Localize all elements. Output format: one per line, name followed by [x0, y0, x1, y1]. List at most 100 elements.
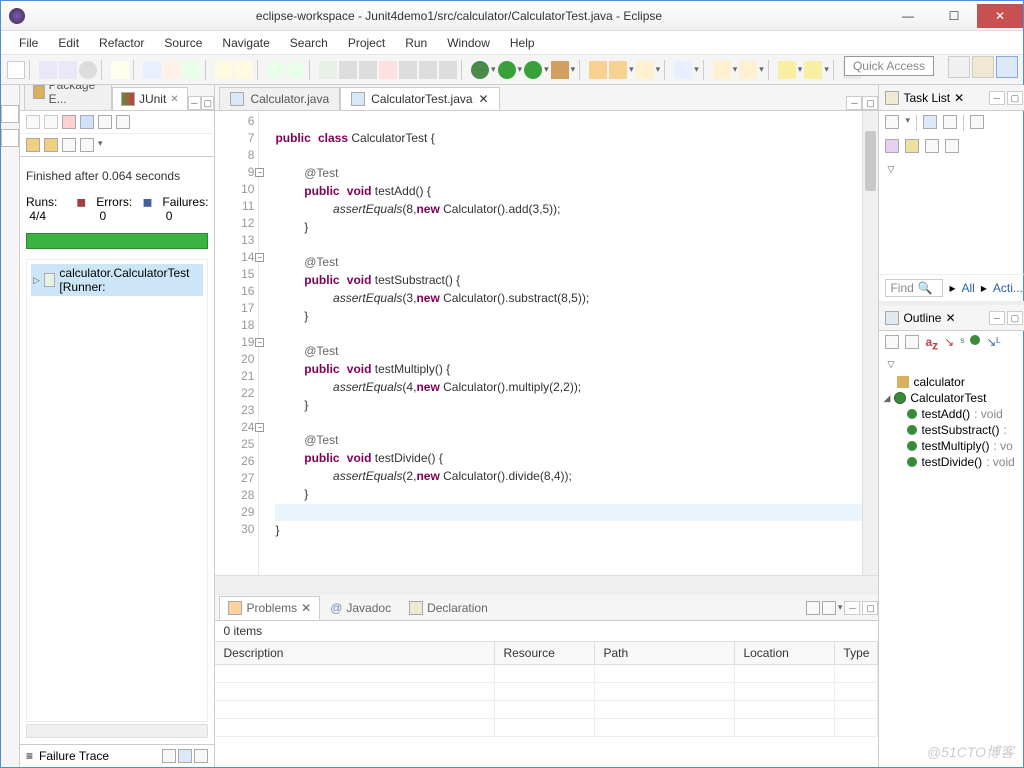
suspend-icon[interactable] [359, 61, 377, 79]
minimize-problems-button[interactable]: ─ [844, 601, 860, 615]
junit-tree-item[interactable]: ▷ calculator.CalculatorTest [Runner: [31, 264, 203, 296]
maximize-problems-button[interactable]: ▢ [862, 601, 878, 615]
minimize-button[interactable]: — [885, 4, 931, 28]
minimize-outline-button[interactable]: ─ [989, 311, 1005, 325]
minimize-tasklist-button[interactable]: ─ [989, 91, 1005, 105]
sort-icon[interactable] [905, 335, 919, 349]
maximize-view-button[interactable]: ▢ [201, 96, 214, 110]
problems-filter-icon[interactable] [806, 601, 820, 615]
collapse-icon[interactable] [925, 139, 939, 153]
problems-table[interactable]: Description Resource Path Location Type [215, 641, 878, 767]
step-into-icon[interactable] [399, 61, 417, 79]
col-description[interactable]: Description [215, 642, 495, 664]
step-over-icon[interactable] [419, 61, 437, 79]
col-path[interactable]: Path [595, 642, 735, 664]
menu-navigate[interactable]: Navigate [214, 34, 277, 52]
hide-non-public-icon[interactable] [970, 335, 980, 345]
close-problems-icon[interactable]: ✕ [301, 601, 311, 615]
view-menu-icon[interactable]: ▾ [98, 138, 103, 152]
sort-az-icon[interactable]: az [925, 335, 938, 352]
maximize-button[interactable]: ☐ [931, 4, 977, 28]
restore-icon[interactable] [1, 105, 19, 123]
menu-refactor[interactable]: Refactor [91, 34, 152, 52]
open-task-icon[interactable] [183, 61, 201, 79]
focus-icon[interactable] [885, 139, 899, 153]
open-perspective-button[interactable] [948, 56, 970, 78]
new-project-icon[interactable] [609, 61, 627, 79]
stop-icon[interactable] [26, 138, 40, 152]
relaunch-icon[interactable] [44, 138, 58, 152]
editor-tab-calculatortest[interactable]: CalculatorTest.java ✕ [340, 87, 499, 110]
editor-tab-calculator[interactable]: Calculator.java [219, 87, 340, 110]
coverage-run-icon[interactable] [524, 61, 542, 79]
skip-breakpoints-icon[interactable] [319, 61, 337, 79]
maximize-editor-button[interactable]: ▢ [862, 96, 878, 110]
problems-view-menu-icon[interactable]: ▾ [838, 602, 843, 613]
compare-icon[interactable] [178, 749, 192, 763]
close-tasklist-icon[interactable]: ✕ [954, 91, 964, 105]
close-button[interactable]: ✕ [977, 4, 1023, 28]
menu-file[interactable]: File [11, 34, 46, 52]
debug-icon[interactable] [471, 61, 489, 79]
build-icon[interactable] [163, 61, 181, 79]
toggle-icon[interactable] [143, 61, 161, 79]
outline-class[interactable]: ◢ CalculatorTest [883, 390, 1024, 406]
back-icon[interactable] [778, 61, 796, 79]
menu-edit[interactable]: Edit [50, 34, 87, 52]
minimize-view-button[interactable]: ─ [188, 96, 201, 110]
schedule-icon[interactable] [943, 115, 957, 129]
minimize-editor-button[interactable]: ─ [846, 96, 862, 110]
history-icon[interactable] [62, 138, 76, 152]
maximize-tasklist-button[interactable]: ▢ [1007, 91, 1023, 105]
editor-vertical-scrollbar[interactable] [862, 111, 878, 575]
prev-failure-icon[interactable] [44, 115, 58, 129]
outline-menu-icon[interactable]: ▽ [887, 359, 894, 369]
activate-link[interactable]: Acti... [993, 281, 1023, 295]
terminate-icon[interactable] [379, 61, 397, 79]
close-editor-icon[interactable]: ✕ [479, 92, 489, 106]
menu-search[interactable]: Search [282, 34, 336, 52]
new-task-icon[interactable] [885, 115, 899, 129]
hide-fields-icon[interactable]: ↘ [944, 335, 954, 352]
outline-method-testmultiply[interactable]: testMultiply() : vo [883, 438, 1024, 454]
junit-tree-scrollbar[interactable] [26, 724, 208, 738]
new-class-icon[interactable] [215, 61, 233, 79]
tab-javadoc[interactable]: @ Javadoc [322, 597, 399, 619]
all-link[interactable]: All [961, 281, 974, 295]
search-icon[interactable] [674, 61, 692, 79]
col-resource[interactable]: Resource [495, 642, 595, 664]
filter-stack-icon[interactable] [162, 749, 176, 763]
save-all-icon[interactable] [59, 61, 77, 79]
close-tab-icon[interactable]: ✕ [170, 94, 178, 105]
outline-tree[interactable]: calculator ◢ CalculatorTest testAdd() : … [879, 370, 1024, 767]
synchronize-icon[interactable] [970, 115, 984, 129]
code-content[interactable]: public class CalculatorTest { @Test publ… [259, 111, 862, 575]
new-icon[interactable] [7, 61, 25, 79]
debug-perspective-button[interactable] [996, 56, 1018, 78]
save-icon[interactable] [39, 61, 57, 79]
annotation-next-icon[interactable] [739, 61, 757, 79]
menu-source[interactable]: Source [156, 34, 210, 52]
expand-icon[interactable]: ▽ [887, 164, 894, 174]
resume-icon[interactable] [339, 61, 357, 79]
rerun-icon[interactable] [98, 115, 112, 129]
hide-static-icon[interactable]: ˢ [960, 335, 964, 352]
task-filter-icon[interactable] [945, 139, 959, 153]
focus-outline-icon[interactable] [885, 335, 899, 349]
coverage-icon[interactable] [267, 61, 285, 79]
hide-local-icon[interactable]: ↘ᴸ [986, 335, 1000, 352]
categorize-icon[interactable] [923, 115, 937, 129]
open-type-icon[interactable] [111, 61, 129, 79]
outline-package[interactable]: calculator [883, 374, 1024, 390]
run-icon[interactable] [498, 61, 516, 79]
find-task-input[interactable]: Find 🔍 [885, 279, 943, 297]
menu-run[interactable]: Run [397, 34, 435, 52]
menu-help[interactable]: Help [502, 34, 543, 52]
new-package-icon[interactable] [235, 61, 253, 79]
junit-results-tree[interactable]: ▷ calculator.CalculatorTest [Runner: [26, 259, 208, 722]
scroll-lock-icon[interactable] [80, 115, 94, 129]
quick-access-field[interactable]: Quick Access [844, 56, 934, 76]
outline-method-testdivide[interactable]: testDivide() : void [883, 454, 1024, 470]
minimized-view-icon[interactable] [1, 129, 19, 147]
tab-declaration[interactable]: Declaration [401, 597, 496, 619]
